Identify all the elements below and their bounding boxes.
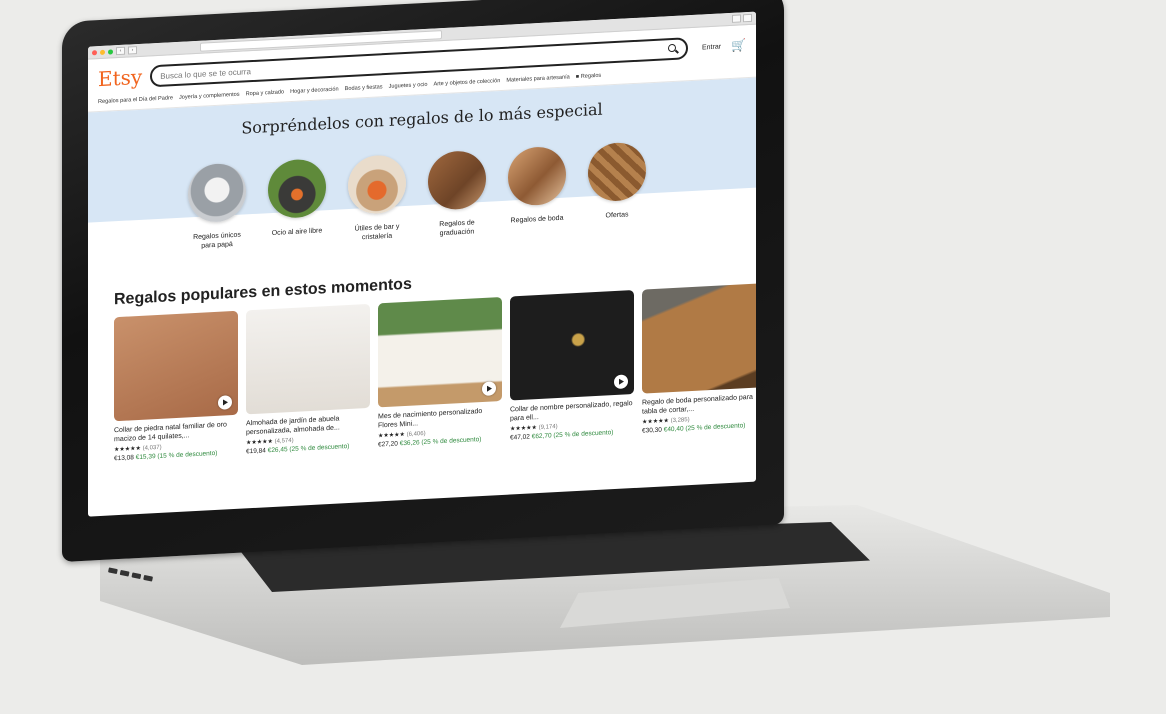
minimize-window-icon[interactable] [100,49,105,55]
product-card[interactable]: Collar de piedra natal familiar de oro m… [114,310,238,463]
graduation-frame-image [428,149,486,211]
review-count: (9,174) [538,424,558,432]
sale-info: €15,39 (15 % de descuento) [135,449,218,462]
search-icon[interactable] [668,44,678,55]
share-icon[interactable] [732,14,741,23]
nav-item-jewelry[interactable]: Joyería y complementos [179,92,240,101]
star-rating-icon: ★★★★★ [114,445,141,454]
play-icon[interactable] [482,381,496,396]
category-label: Ofertas [605,211,629,220]
category-wedding[interactable]: Regalos de boda [508,145,566,235]
forward-icon[interactable]: › [128,46,137,55]
category-label: Útiles de bar y cristalería [354,223,400,242]
nav-item-weddings[interactable]: Bodas y fiestas [345,84,383,92]
laptop-lid: ‹ › Etsy Busca lo que se te ocurra Entra… [62,0,784,563]
star-rating-icon: ★★★★★ [246,438,273,447]
necklace-image [114,310,238,422]
wedding-frame-image [508,145,566,207]
planter-image [378,296,502,408]
category-label: Ocio al aire libre [271,227,323,238]
nav-item-gifts[interactable]: ■ Regalos [576,73,601,80]
star-rating-icon: ★★★★★ [642,418,669,426]
review-count: (6,406) [406,430,426,438]
nav-item-supplies[interactable]: Materiales para artesanía [506,74,569,83]
tabs-icon[interactable] [743,13,752,23]
category-label: Regalos únicos para papá [193,231,241,250]
wood-pattern-image [588,141,646,203]
cutting-board-image [642,283,756,394]
cart-icon[interactable]: 🛒 [731,38,746,53]
name-necklace-image [510,290,634,401]
star-rating-icon: ★★★★★ [510,425,537,433]
sale-info: €40,40 (25 % de descuento) [663,422,746,434]
nav-item-art[interactable]: Arte y objetos de colección [433,78,500,88]
price-value: €19,84 [246,447,266,456]
price-value: €13,08 [114,454,134,463]
laptop-screen: ‹ › Etsy Busca lo que se te ocurra Entra… [88,11,756,517]
category-deals[interactable]: Ofertas [588,141,646,230]
product-card[interactable]: Almohada de jardín de abuela personaliza… [246,303,370,456]
play-icon[interactable] [614,374,628,390]
close-window-icon[interactable] [92,49,97,55]
dad-shirt-image [188,162,246,224]
review-count: (4,574) [274,437,294,445]
pillow-image [246,303,370,415]
category-label: Regalos de boda [510,214,564,225]
nav-item-gifts-label: Regalos [580,72,602,80]
category-barware[interactable]: Útiles de bar y cristalería [348,153,406,243]
star-rating-icon: ★★★★★ [378,432,405,440]
review-count: (4,037) [142,444,162,452]
category-outdoor[interactable]: Ocio al aire libre [268,158,326,247]
sign-in-link[interactable]: Entrar [702,43,721,51]
price-value: €30,30 [642,426,662,435]
nav-item-home[interactable]: Hogar y decoración [290,87,339,96]
laptop-scene: ‹ › Etsy Busca lo que se te ocurra Entra… [0,0,1166,714]
nav-item-toys[interactable]: Juguetes y ocio [389,82,428,90]
sale-info: €36,26 (25 % de descuento) [399,436,482,448]
fire-pit-image [268,158,326,220]
product-card[interactable]: Collar de nombre personalizado, regalo p… [510,290,634,442]
sale-info: €62,70 (25 % de descuento) [531,429,614,441]
category-dad-gifts[interactable]: Regalos únicos para papá [188,162,246,251]
sale-info: €26,45 (25 % de descuento) [267,442,350,455]
category-label: Regalos de graduación [439,219,475,238]
product-card[interactable]: Regalo de boda personalizado para tabla … [642,283,756,435]
back-icon[interactable]: ‹ [116,46,125,56]
cocktail-image [348,153,406,216]
category-graduation[interactable]: Regalos de graduación [428,149,486,239]
maximize-window-icon[interactable] [108,48,113,55]
price-value: €27,20 [378,440,398,449]
play-icon[interactable] [218,395,232,410]
etsy-logo[interactable]: Etsy [98,65,142,91]
nav-item-fathers-day[interactable]: Regalos para el Día del Padre [98,95,173,105]
review-count: (3,285) [670,417,690,425]
price-value: €47,02 [510,433,530,442]
nav-item-clothing[interactable]: Ropa y calzado [246,89,285,97]
product-card[interactable]: Mes de nacimiento personalizado Flores M… [378,296,502,449]
